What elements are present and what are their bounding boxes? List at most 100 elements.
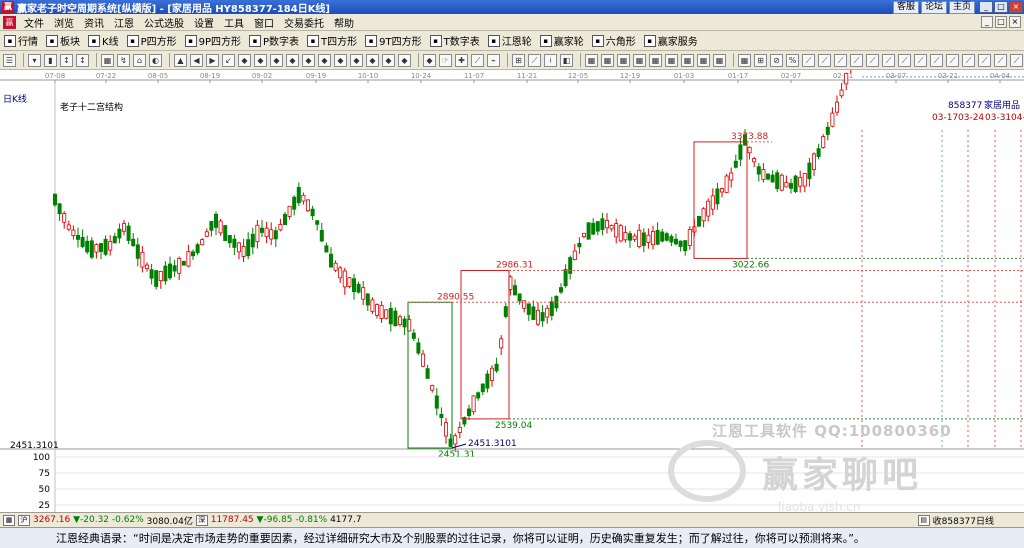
maximize-icon[interactable]: □: [994, 1, 1008, 13]
draw-tool-icon[interactable]: ⟋: [930, 53, 943, 67]
draw-tool-icon[interactable]: ⟋: [962, 53, 975, 67]
draw-tool-icon[interactable]: ⟋: [834, 53, 847, 67]
draw-tool-icon[interactable]: ⟋: [850, 53, 863, 67]
draw-tool-icon[interactable]: ↯: [117, 53, 130, 67]
draw-tool-icon[interactable]: ◆: [398, 53, 411, 67]
draw-tool-icon[interactable]: ◆: [382, 53, 395, 67]
toolbar-button-11[interactable]: ▪ 六角形: [591, 33, 636, 48]
index-sh-icon[interactable]: 沪: [18, 514, 30, 526]
draw-tool-icon[interactable]: ▦: [649, 53, 662, 67]
forum-link[interactable]: 论坛: [920, 0, 947, 14]
calculator-icon[interactable]: ▦: [3, 514, 15, 526]
customer-service-link[interactable]: 客服: [892, 0, 919, 14]
ticker-bar: ▦ 沪 3267.16 ▼ -20.32 -0.62% 3080.04亿 深 1…: [0, 512, 1024, 527]
toolbar-button-3[interactable]: ▪ P四方形: [126, 33, 177, 48]
menu-trade[interactable]: 交易委托: [279, 15, 329, 30]
draw-tool-icon[interactable]: ☰: [3, 53, 16, 67]
menu-help[interactable]: 帮助: [329, 15, 359, 30]
draw-tool-icon[interactable]: ◧: [560, 53, 573, 67]
draw-tool-icon[interactable]: ⟊: [544, 53, 557, 67]
draw-tool-icon[interactable]: ⟋: [471, 53, 484, 67]
draw-tool-icon[interactable]: ◆: [254, 53, 267, 67]
menu-tools[interactable]: 工具: [219, 15, 249, 30]
draw-tool-icon[interactable]: ⟋: [898, 53, 911, 67]
toolbar-button-7[interactable]: ▪ 9T四方形: [365, 33, 422, 48]
draw-tool-icon[interactable]: ⟋: [994, 53, 1007, 67]
draw-tool-icon[interactable]: ⟋: [528, 53, 541, 67]
minimize-icon[interactable]: _: [979, 1, 993, 13]
draw-tool-icon[interactable]: ▦: [738, 53, 751, 67]
index-sz-icon[interactable]: 深: [195, 514, 208, 526]
toolbar-button-1[interactable]: ▪ 板块: [46, 33, 80, 48]
menu-file[interactable]: 文件: [19, 15, 49, 30]
draw-tool-icon[interactable]: ◆: [238, 53, 251, 67]
draw-tool-icon[interactable]: ⌁: [487, 53, 500, 67]
menu-news[interactable]: 资讯: [79, 15, 109, 30]
draw-tool-icon[interactable]: ▦: [713, 53, 726, 67]
candle-body: [384, 309, 389, 319]
draw-tool-icon[interactable]: %: [786, 53, 799, 67]
draw-tool-icon[interactable]: ▶: [206, 53, 219, 67]
draw-tool-icon[interactable]: ↙: [222, 53, 235, 67]
homepage-link[interactable]: 主页: [948, 0, 975, 14]
draw-tool-icon[interactable]: ⌂: [133, 53, 146, 67]
draw-tool-icon[interactable]: ↕: [60, 53, 73, 67]
draw-tool-icon[interactable]: ⊘: [770, 53, 783, 67]
draw-tool-icon[interactable]: ◆: [423, 53, 436, 67]
toolbar-button-5[interactable]: ▪ P数字表: [249, 33, 299, 48]
doc-close-icon[interactable]: ×: [1009, 16, 1021, 28]
draw-tool-icon[interactable]: ◆: [366, 53, 379, 67]
draw-tool-icon[interactable]: ⟋: [978, 53, 991, 67]
menu-gann[interactable]: 江恩: [109, 15, 139, 30]
draw-tool-icon[interactable]: ▦: [665, 53, 678, 67]
draw-tool-icon[interactable]: ▦: [681, 53, 694, 67]
draw-tool-icon[interactable]: ✚: [455, 53, 468, 67]
draw-tool-icon[interactable]: ⟋: [802, 53, 815, 67]
draw-tool-icon[interactable]: ▦: [617, 53, 630, 67]
draw-tool-icon[interactable]: ⟋: [946, 53, 959, 67]
menu-formula[interactable]: 公式选股: [139, 15, 189, 30]
chart-mode-icon[interactable]: ▤: [917, 514, 930, 526]
draw-tool-icon[interactable]: ◆: [350, 53, 363, 67]
doc-icon[interactable]: 赢: [3, 15, 16, 29]
close-icon[interactable]: ×: [1009, 1, 1023, 13]
draw-tool-icon[interactable]: ⊞: [754, 53, 767, 67]
menu-window[interactable]: 窗口: [249, 15, 279, 30]
toolbar-button-8[interactable]: ▪ T数字表: [429, 33, 480, 48]
draw-tool-icon[interactable]: ⟋: [882, 53, 895, 67]
draw-tool-icon[interactable]: ☞: [439, 53, 452, 67]
draw-tool-icon[interactable]: ⟋: [914, 53, 927, 67]
doc-minimize-icon[interactable]: _: [981, 16, 993, 28]
toolbar-button-12[interactable]: ▪ 赢家服务: [643, 33, 698, 48]
toolbar-separator: [580, 53, 581, 67]
menu-settings[interactable]: 设置: [189, 15, 219, 30]
draw-tool-icon[interactable]: ◆: [302, 53, 315, 67]
toolbar-button-2[interactable]: ▪ K线: [88, 33, 119, 48]
draw-tool-icon[interactable]: ◆: [286, 53, 299, 67]
toolbar-button-4[interactable]: ▪ 9P四方形: [184, 33, 241, 48]
draw-tool-icon[interactable]: ▦: [601, 53, 614, 67]
draw-tool-icon[interactable]: ◆: [270, 53, 283, 67]
draw-tool-icon[interactable]: ◆: [334, 53, 347, 67]
draw-tool-icon[interactable]: ⟋: [1010, 53, 1023, 67]
draw-tool-icon[interactable]: ↕: [76, 53, 89, 67]
draw-tool-icon[interactable]: ◆: [318, 53, 331, 67]
doc-restore-icon[interactable]: □: [995, 16, 1007, 28]
menu-browse[interactable]: 浏览: [49, 15, 79, 30]
draw-tool-icon[interactable]: ▲: [174, 53, 187, 67]
draw-tool-icon[interactable]: ▾: [28, 53, 41, 67]
toolbar-button-0[interactable]: ▪ 行情: [4, 33, 38, 48]
draw-tool-icon[interactable]: ▦: [633, 53, 646, 67]
draw-tool-icon[interactable]: ⟋: [866, 53, 879, 67]
toolbar-button-9[interactable]: ▪ 江恩轮: [487, 33, 532, 48]
draw-tool-icon[interactable]: ◐: [149, 53, 162, 67]
toolbar-button-6[interactable]: ▪ T四方形: [307, 33, 357, 48]
draw-tool-icon[interactable]: ▮: [44, 53, 57, 67]
draw-tool-icon[interactable]: ▦: [697, 53, 710, 67]
draw-tool-icon[interactable]: ▦: [585, 53, 598, 67]
draw-tool-icon[interactable]: ◀: [190, 53, 203, 67]
draw-tool-icon[interactable]: ▦: [101, 53, 114, 67]
draw-tool-icon[interactable]: ⟋: [818, 53, 831, 67]
toolbar-button-10[interactable]: ▪ 赢家轮: [539, 33, 584, 48]
draw-tool-icon[interactable]: ⊞: [512, 53, 525, 67]
